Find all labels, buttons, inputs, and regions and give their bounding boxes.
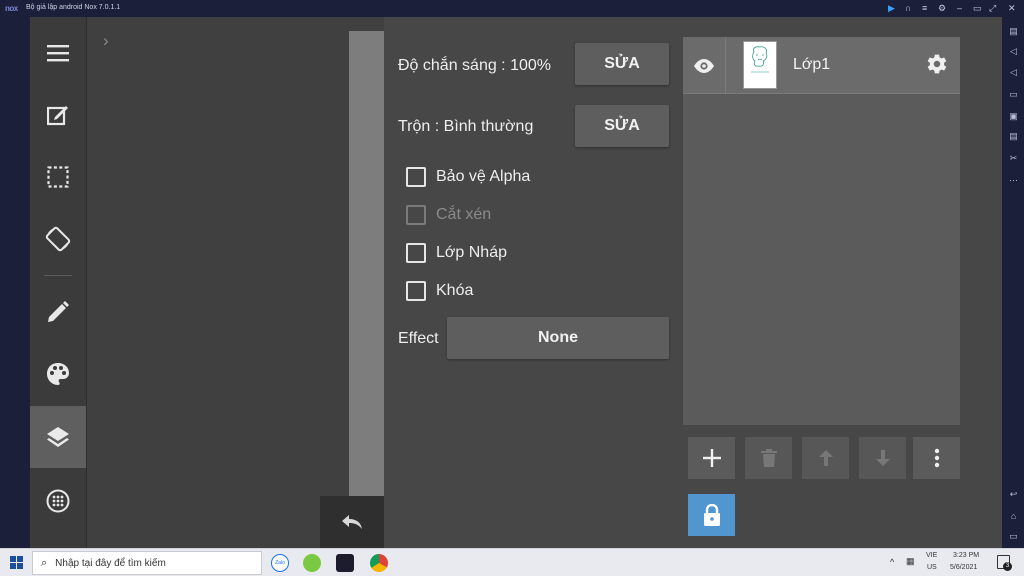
play-icon[interactable]: ▶ xyxy=(888,3,895,14)
blend-edit-button[interactable]: SỬA xyxy=(575,105,669,147)
screen-icon[interactable]: ▭ xyxy=(1008,89,1019,100)
clock-date[interactable]: 5/6/2021 xyxy=(950,564,977,571)
layers-icon[interactable] xyxy=(30,406,86,468)
menu-icon[interactable]: ≡ xyxy=(922,3,927,13)
checkbox-label: Khóa xyxy=(436,282,474,299)
tool-sidebar xyxy=(30,17,86,548)
blend-label: Trộn : Bình thường xyxy=(398,118,534,135)
android-screen: › Độ chắn sáng : 100% SỬA Trộn : Bình th… xyxy=(30,17,1002,548)
tray-chevron-up-icon[interactable]: ^ xyxy=(890,557,894,567)
edit-icon[interactable] xyxy=(30,84,86,146)
undo-icon xyxy=(342,515,362,529)
drawing-canvas-area[interactable] xyxy=(86,17,384,548)
checkbox-alpha-protect[interactable]: Bảo vệ Alpha xyxy=(406,167,530,187)
checkbox-box xyxy=(406,205,426,225)
plus-icon xyxy=(702,449,721,467)
palette-icon[interactable] xyxy=(30,343,86,405)
hamburger-menu-icon[interactable] xyxy=(30,22,86,84)
trash-icon xyxy=(760,449,777,467)
pencil-icon[interactable] xyxy=(30,281,86,343)
clock-time[interactable]: 3:23 PM xyxy=(953,552,979,559)
nox-app-icon[interactable] xyxy=(336,554,354,572)
visibility-toggle[interactable] xyxy=(683,37,726,94)
checkbox-clipping: Cắt xén xyxy=(406,205,491,225)
effect-label: Effect xyxy=(398,330,439,347)
checkbox-label: Bảo vệ Alpha xyxy=(436,168,531,185)
checkbox-draft-layer[interactable]: Lớp Nháp xyxy=(406,243,507,263)
effect-select-button[interactable]: None xyxy=(447,317,669,359)
move-layer-up-button[interactable] xyxy=(802,437,849,479)
app-icon[interactable] xyxy=(303,554,321,572)
nox-logo: nox xyxy=(5,4,18,13)
emulator-side-toolbar: ▤ ◁ ◁ ▭ ▣ ▤ ✂ ⋯ ↩ ⌂ ▭ xyxy=(1002,17,1024,548)
close-icon[interactable]: ✕ xyxy=(1008,3,1016,14)
layer-row[interactable]: Lớp1 xyxy=(683,37,960,94)
print-icon[interactable]: ▤ xyxy=(1008,131,1019,142)
scissors-icon[interactable]: ✂ xyxy=(1008,153,1019,164)
window-title: Bộ giả lập android Nox 7.0.1.1 xyxy=(26,4,121,11)
checkbox-label: Lớp Nháp xyxy=(436,244,507,261)
sidebar-divider xyxy=(44,275,72,276)
arrow-down-icon xyxy=(875,450,890,466)
checkbox-box[interactable] xyxy=(406,167,426,187)
lock-button[interactable] xyxy=(688,494,735,536)
layers-list: Lớp1 xyxy=(683,37,960,425)
arrow-up-icon xyxy=(818,450,833,466)
layer-properties-panel: Độ chắn sáng : 100% SỬA Trộn : Bình thườ… xyxy=(384,17,676,548)
recent-apps-icon[interactable]: ▭ xyxy=(1008,531,1019,542)
more-icon[interactable]: ⋯ xyxy=(1008,175,1019,186)
volume-down-icon[interactable]: ◁ xyxy=(1008,67,1019,78)
search-placeholder: Nhập tại đây để tìm kiếm xyxy=(55,557,166,569)
notification-center-icon[interactable]: 3 xyxy=(997,555,1012,571)
language-bottom[interactable]: US xyxy=(927,564,937,571)
home-icon[interactable]: ⌂ xyxy=(1008,511,1019,522)
checkbox-box[interactable] xyxy=(406,243,426,263)
zalo-app-icon[interactable]: Zalo xyxy=(271,554,289,572)
apk-icon[interactable]: ▣ xyxy=(1008,111,1019,122)
taskbar-search-box[interactable]: ⌕ Nhập tại đây để tìm kiếm xyxy=(32,551,262,575)
lock-icon xyxy=(703,504,720,526)
settings-icon[interactable]: ⚙ xyxy=(938,3,946,14)
undo-button[interactable] xyxy=(320,496,384,548)
canvas-preview-strip xyxy=(349,31,384,497)
layer-settings-gear-icon[interactable] xyxy=(923,51,949,82)
chevron-right-icon[interactable]: › xyxy=(103,31,109,51)
checkbox-lock[interactable]: Khóa xyxy=(406,281,473,301)
rotate-screen-icon[interactable] xyxy=(30,208,86,270)
grid-menu-icon[interactable] xyxy=(30,470,86,532)
restore-icon[interactable]: ▭ xyxy=(973,3,982,14)
opacity-edit-button[interactable]: SỬA xyxy=(575,43,669,85)
headset-icon[interactable]: ∩ xyxy=(905,3,911,13)
selection-icon[interactable] xyxy=(30,146,86,208)
emulator-title-bar: nox Bộ giả lập android Nox 7.0.1.1 ▶ ∩ ≡… xyxy=(0,0,1024,17)
network-icon[interactable]: ▦ xyxy=(906,556,915,567)
language-top[interactable]: VIE xyxy=(926,552,937,559)
checkbox-box[interactable] xyxy=(406,281,426,301)
layer-thumbnail xyxy=(743,41,777,89)
windows-taskbar: ⌕ Nhập tại đây để tìm kiếm Zalo ^ ▦ VIE … xyxy=(0,548,1024,576)
notification-count-badge: 3 xyxy=(1003,562,1012,571)
move-layer-down-button[interactable] xyxy=(859,437,906,479)
layer-name: Lớp1 xyxy=(793,56,831,73)
opacity-label: Độ chắn sáng : 100% xyxy=(398,57,551,74)
delete-layer-button[interactable] xyxy=(745,437,792,479)
keyboard-icon[interactable]: ▤ xyxy=(1008,26,1019,37)
checkbox-label: Cắt xén xyxy=(436,206,492,223)
more-vertical-icon xyxy=(934,448,939,468)
minimize-icon[interactable]: – xyxy=(957,3,962,13)
layer-more-options-button[interactable] xyxy=(913,437,960,479)
fullscreen-icon[interactable]: ⤢ xyxy=(989,3,996,14)
search-icon: ⌕ xyxy=(41,556,48,569)
add-layer-button[interactable] xyxy=(688,437,735,479)
windows-start-icon[interactable] xyxy=(10,556,23,574)
back-icon[interactable]: ↩ xyxy=(1008,489,1019,500)
eye-icon xyxy=(694,58,714,73)
chrome-app-icon[interactable] xyxy=(370,554,388,572)
volume-up-icon[interactable]: ◁ xyxy=(1008,46,1019,57)
